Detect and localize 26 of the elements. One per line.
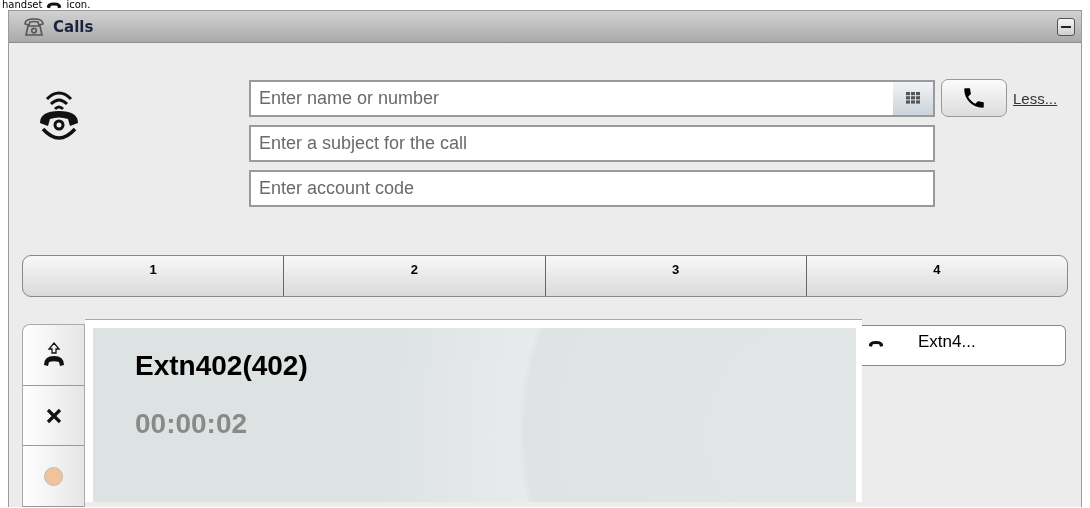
- call-appearance-tab[interactable]: 2: [283, 256, 545, 296]
- minimize-button[interactable]: [1057, 17, 1075, 36]
- close-icon: [45, 407, 62, 424]
- handset-icon: [868, 338, 884, 349]
- caller-name: Extn402(402): [135, 350, 309, 382]
- status-dot-icon: [44, 466, 63, 486]
- handset-icon: [46, 0, 63, 10]
- call-appearance-tab[interactable]: 3: [544, 256, 806, 296]
- name-or-number-field[interactable]: Enter name or number: [249, 79, 935, 117]
- phone-icon: [961, 85, 987, 111]
- unhold-icon: [41, 340, 66, 369]
- caption-text: icon.: [66, 0, 91, 10]
- unhold-button[interactable]: [23, 325, 84, 386]
- call-list-item[interactable]: Extn4...: [862, 325, 1066, 366]
- telephone-icon: [23, 16, 45, 37]
- window-title: Calls: [53, 17, 94, 36]
- drop-call-button[interactable]: [23, 385, 84, 447]
- less-link[interactable]: Less...: [1013, 89, 1058, 107]
- account-code-field[interactable]: Enter account code: [249, 170, 935, 207]
- keypad-icon[interactable]: [893, 81, 933, 115]
- call-button[interactable]: [941, 79, 1007, 117]
- subject-field[interactable]: Enter a subject for the call: [249, 125, 935, 162]
- call-duration: 00:00:02: [135, 408, 249, 440]
- call-appearance-tab[interactable]: 1: [23, 256, 284, 296]
- call-appearance-tab[interactable]: 4: [805, 256, 1067, 296]
- caption-text: handset: [2, 0, 43, 10]
